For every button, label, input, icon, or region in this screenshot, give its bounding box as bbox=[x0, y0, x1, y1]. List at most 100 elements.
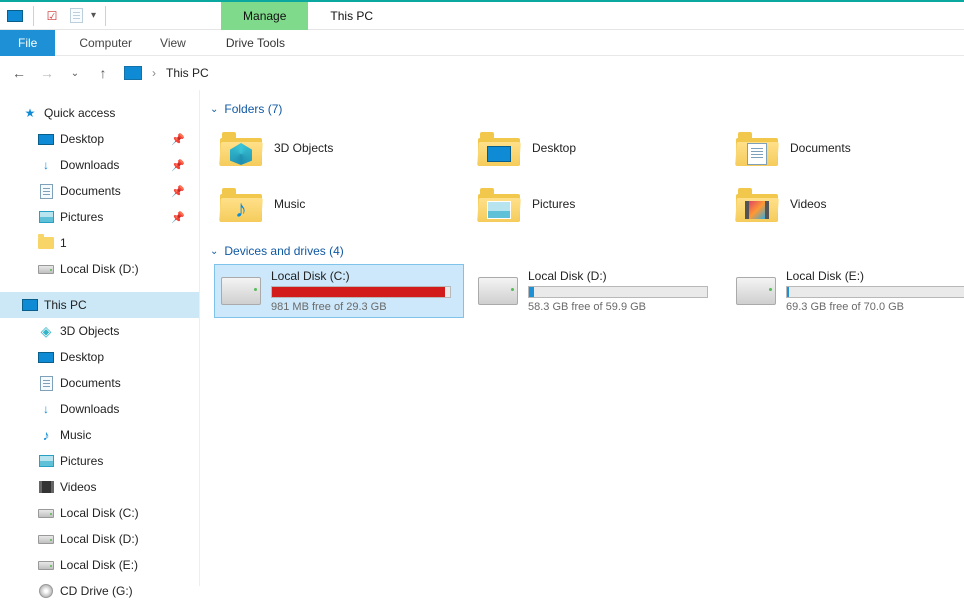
chevron-down-icon: ⌄ bbox=[210, 246, 218, 257]
drive-capacity-bar bbox=[271, 286, 451, 298]
breadcrumb-location[interactable]: This PC bbox=[166, 66, 209, 80]
pin-icon: 📌 bbox=[171, 185, 185, 198]
sidebar-item-label: Pictures bbox=[60, 454, 103, 468]
group-label: Devices and drives (4) bbox=[224, 244, 343, 258]
folder-label: Music bbox=[274, 197, 305, 211]
sidebar-item-label: Music bbox=[60, 428, 91, 442]
sidebar-item-downloads[interactable]: ↓Downloads📌 bbox=[0, 152, 199, 178]
cd-icon bbox=[38, 583, 54, 599]
drive-free-text: 58.3 GB free of 59.9 GB bbox=[528, 301, 716, 313]
sidebar-item-pictures[interactable]: Pictures📌 bbox=[0, 204, 199, 230]
navigation-bar: ← → ⌄ ↑ › This PC bbox=[0, 56, 964, 90]
sidebar-item-local-disk-d-[interactable]: Local Disk (D:) bbox=[0, 526, 199, 552]
folder-icon bbox=[38, 235, 54, 251]
properties-icon[interactable]: ☑ bbox=[43, 7, 61, 25]
drive-icon bbox=[736, 277, 776, 305]
pictures-icon bbox=[38, 453, 54, 469]
drive-local-disk-c-[interactable]: Local Disk (C:)981 MB free of 29.3 GB bbox=[214, 264, 464, 318]
folder-pictures[interactable]: Pictures bbox=[472, 178, 722, 230]
sidebar-item-label: Videos bbox=[60, 480, 96, 494]
up-button[interactable]: ↑ bbox=[92, 62, 114, 84]
group-header-drives[interactable]: ⌄ Devices and drives (4) bbox=[210, 244, 954, 258]
sidebar-item-documents[interactable]: Documents bbox=[0, 370, 199, 396]
tab-drive-tools[interactable]: Drive Tools bbox=[216, 30, 295, 55]
forward-button[interactable]: → bbox=[36, 62, 58, 84]
sidebar-quick-access[interactable]: ★ Quick access bbox=[0, 100, 199, 126]
sidebar-item-downloads[interactable]: ↓ Downloads bbox=[0, 396, 199, 422]
tab-computer[interactable]: Computer bbox=[65, 30, 146, 56]
sidebar-item-label: 3D Objects bbox=[60, 324, 119, 338]
content-pane: ⌄ Folders (7) 3D Objects Desktop Documents… bbox=[200, 90, 964, 586]
sidebar-item-label: CD Drive (G:) bbox=[60, 584, 133, 598]
pin-icon: 📌 bbox=[171, 133, 185, 146]
back-button[interactable]: ← bbox=[8, 62, 30, 84]
new-folder-icon[interactable] bbox=[67, 7, 85, 25]
folder-label: Documents bbox=[790, 141, 851, 155]
3d-icon: ◈ bbox=[38, 323, 54, 339]
sidebar-item-1[interactable]: 1 bbox=[0, 230, 199, 256]
downloads-icon: ↓ bbox=[38, 157, 54, 173]
drive-name: Local Disk (E:) bbox=[786, 269, 964, 283]
sidebar-item-desktop[interactable]: Desktop📌 bbox=[0, 126, 199, 152]
drive-local-disk-e-[interactable]: Local Disk (E:)69.3 GB free of 70.0 GB bbox=[730, 264, 964, 318]
drive-info: Local Disk (D:) 58.3 GB free of 59.9 GB bbox=[528, 269, 716, 313]
drive-icon bbox=[38, 557, 54, 573]
pc-icon bbox=[124, 66, 142, 80]
sidebar-item-local-disk-d-[interactable]: Local Disk (D:) bbox=[0, 256, 199, 282]
folder-icon bbox=[478, 186, 520, 222]
folder-3d-objects[interactable]: 3D Objects bbox=[214, 122, 464, 174]
sidebar-item-local-disk-e-[interactable]: Local Disk (E:) bbox=[0, 552, 199, 578]
sidebar-item-3d-objects[interactable]: ◈ 3D Objects bbox=[0, 318, 199, 344]
sidebar-item-label: Local Disk (D:) bbox=[60, 262, 139, 276]
pictures-icon bbox=[38, 209, 54, 225]
folder-music[interactable]: ♪Music bbox=[214, 178, 464, 230]
desktop-icon bbox=[38, 349, 54, 365]
desktop-icon bbox=[38, 131, 54, 147]
pc-icon bbox=[6, 7, 24, 25]
sidebar-item-videos[interactable]: Videos bbox=[0, 474, 199, 500]
sidebar-item-cd-drive-g-[interactable]: CD Drive (G:) bbox=[0, 578, 199, 604]
file-tab[interactable]: File bbox=[0, 30, 55, 56]
qat-dropdown[interactable]: ▾ bbox=[91, 10, 96, 21]
sidebar-item-music[interactable]: ♪Music bbox=[0, 422, 199, 448]
sidebar-item-label: Pictures bbox=[60, 210, 103, 224]
sidebar-label: This PC bbox=[44, 298, 87, 312]
folder-desktop[interactable]: Desktop bbox=[472, 122, 722, 174]
folder-icon bbox=[478, 130, 520, 166]
folder-label: Videos bbox=[790, 197, 826, 211]
sidebar-item-label: 1 bbox=[60, 236, 67, 250]
drive-name: Local Disk (D:) bbox=[528, 269, 716, 283]
folder-documents[interactable]: Documents bbox=[730, 122, 964, 174]
titlebar: ☑ ▾ Manage This PC bbox=[0, 2, 964, 30]
sidebar-item-pictures[interactable]: Pictures bbox=[0, 448, 199, 474]
separator bbox=[33, 6, 34, 26]
drive-info: Local Disk (C:)981 MB free of 29.3 GB bbox=[271, 269, 457, 313]
sidebar-item-documents[interactable]: Documents📌 bbox=[0, 178, 199, 204]
folder-label: Desktop bbox=[532, 141, 576, 155]
sidebar-item-label: Desktop bbox=[60, 350, 104, 364]
documents-icon bbox=[38, 183, 54, 199]
sidebar-item-local-disk-c-[interactable]: Local Disk (C:) bbox=[0, 500, 199, 526]
folder-label: 3D Objects bbox=[274, 141, 333, 155]
drive-icon bbox=[38, 505, 54, 521]
drive-local-disk-d-[interactable]: Local Disk (D:) 58.3 GB free of 59.9 GB bbox=[472, 264, 722, 318]
sidebar-item-label: Downloads bbox=[60, 158, 119, 172]
folder-videos[interactable]: Videos bbox=[730, 178, 964, 230]
separator bbox=[105, 6, 106, 26]
chevron-down-icon: ⌄ bbox=[210, 104, 218, 115]
context-tab-manage[interactable]: Manage bbox=[221, 2, 308, 30]
window-title: This PC bbox=[308, 9, 373, 23]
recent-locations-dropdown[interactable]: ⌄ bbox=[64, 62, 86, 84]
drive-icon bbox=[221, 277, 261, 305]
group-header-folders[interactable]: ⌄ Folders (7) bbox=[210, 102, 954, 116]
drive-icon bbox=[38, 531, 54, 547]
sidebar-this-pc[interactable]: This PC bbox=[0, 292, 199, 318]
breadcrumb-separator: › bbox=[152, 66, 156, 80]
star-icon: ★ bbox=[22, 105, 38, 121]
sidebar-item-desktop[interactable]: Desktop bbox=[0, 344, 199, 370]
ribbon-tabs: File Computer View Drive Tools bbox=[0, 30, 964, 56]
tab-view[interactable]: View bbox=[146, 30, 200, 56]
group-label: Folders (7) bbox=[224, 102, 282, 116]
downloads-icon: ↓ bbox=[38, 401, 54, 417]
sidebar-item-label: Downloads bbox=[60, 402, 119, 416]
